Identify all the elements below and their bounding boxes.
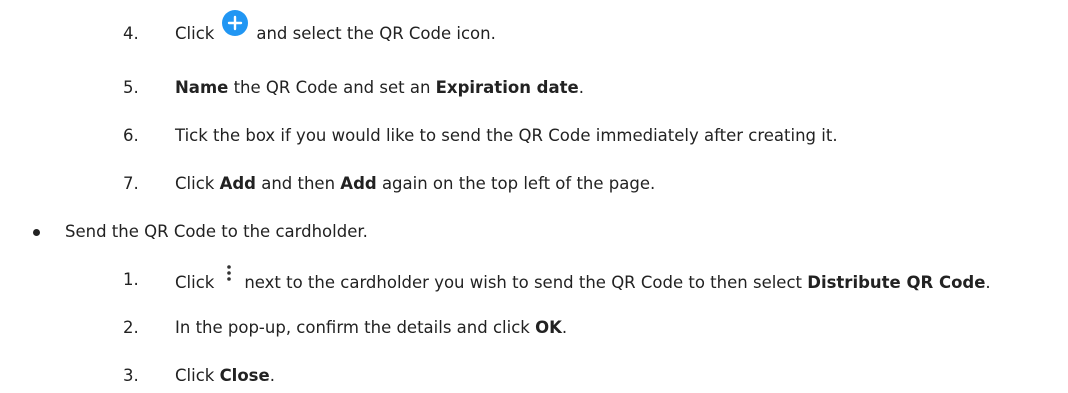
step-text-after: and select the QR Code icon.: [256, 24, 496, 43]
step-bold-expiration: Expiration date: [435, 78, 579, 97]
step-text: Name the QR Code and set an Expiration d…: [175, 78, 584, 98]
step-bold-distribute: Distribute QR Code: [807, 273, 986, 292]
plus-circle-icon: [222, 10, 249, 36]
step-text-before: Click: [175, 273, 215, 292]
step-text-pre: Click: [175, 366, 220, 385]
step-text: Click Close.: [175, 366, 275, 386]
step-text: Tick the box if you would like to send t…: [175, 126, 838, 145]
step-number: 1.: [123, 270, 139, 289]
step-bold-name: Name: [175, 78, 229, 97]
step-text-after: next to the cardholder you wish to send …: [244, 273, 808, 292]
step-text-before: Click: [175, 24, 215, 43]
bullet-dot: [33, 229, 40, 236]
step-text-mid: and then: [255, 174, 341, 193]
step-text: Click Add and then Add again on the top …: [175, 174, 655, 194]
step-text: Click next to the cardholder you wish to …: [175, 265, 991, 293]
step-text-end: .: [578, 78, 584, 97]
step-bold-add-again: Add: [340, 174, 377, 193]
step-number: 2.: [123, 318, 139, 337]
step-text-mid: the QR Code and set an: [228, 78, 436, 97]
step-bold-add: Add: [219, 174, 256, 193]
more-vertical-icon: [226, 264, 232, 282]
step-text-pre: In the pop-up, confirm the details and c…: [175, 318, 536, 337]
step-number: 5.: [123, 78, 139, 97]
step-text-end: again on the top left of the page.: [376, 174, 656, 193]
step-number: 4.: [123, 24, 139, 43]
bullet-text: Send the QR Code to the cardholder.: [65, 222, 368, 241]
step-text-end: .: [985, 273, 991, 292]
step-text: In the pop-up, confirm the details and c…: [175, 318, 567, 338]
step-text-end: .: [561, 318, 568, 337]
step-bold-ok: OK: [535, 318, 562, 337]
step-number: 3.: [123, 366, 139, 385]
step-text: Click and select the QR Code icon.: [175, 10, 496, 44]
step-bold-close: Close: [219, 366, 270, 385]
step-text-pre: Click: [175, 174, 220, 193]
step-text-end: .: [269, 366, 275, 385]
step-number: 7.: [123, 174, 139, 193]
step-number: 6.: [123, 126, 139, 145]
